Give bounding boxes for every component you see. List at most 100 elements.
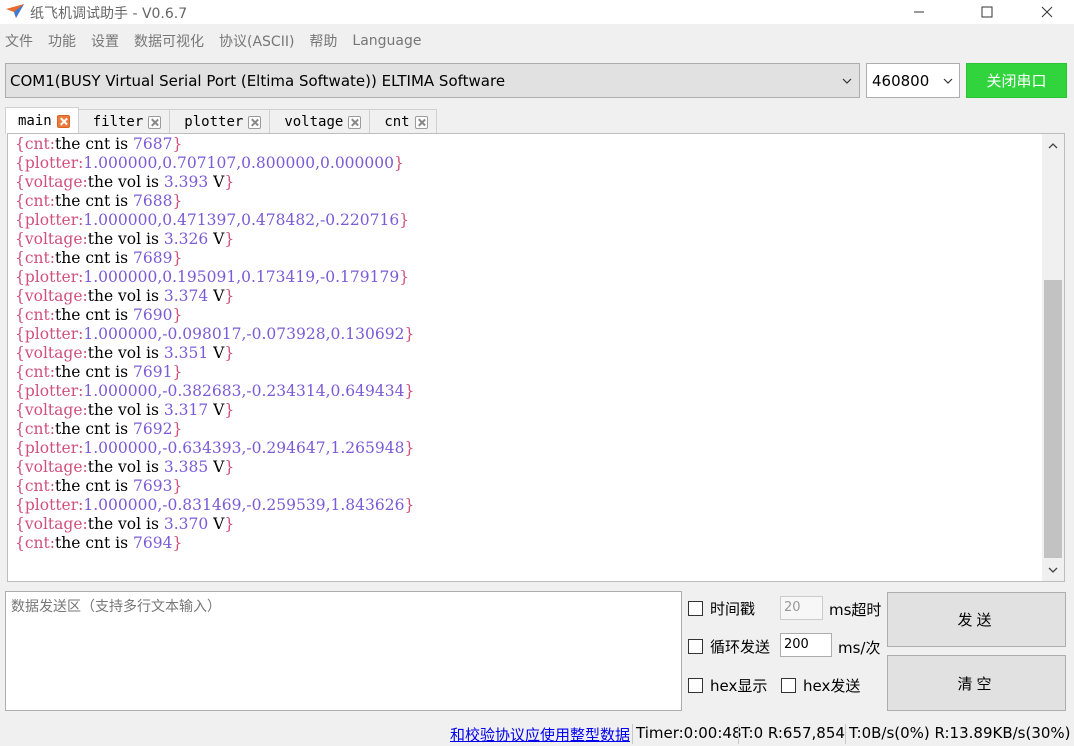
bracket: { (15, 211, 25, 229)
menu-settings[interactable]: 设置 (90, 29, 120, 53)
tab-close-icon[interactable] (414, 115, 428, 129)
hex-display-label: hex显示 (710, 677, 768, 695)
tab-main[interactable]: main (5, 107, 79, 134)
vertical-scrollbar[interactable] (1042, 134, 1064, 581)
log-values: 3.317 (163, 401, 209, 419)
bracket: { (15, 325, 25, 343)
timeout-input[interactable]: 20 (780, 596, 823, 620)
close-port-button[interactable]: 关闭串口 (966, 63, 1067, 98)
menu-visualization[interactable]: 数据可视化 (133, 29, 205, 53)
close-window-button[interactable] (1024, 0, 1070, 24)
tab-close-icon[interactable] (56, 114, 70, 128)
port-select[interactable]: COM1(BUSY Virtual Serial Port (Eltima So… (5, 63, 860, 98)
log-values: 7688 (133, 192, 173, 210)
bracket: } (172, 477, 183, 495)
log-key: plotter (24, 268, 79, 286)
send-input[interactable] (6, 592, 681, 710)
log-values: 3.351 (163, 344, 209, 362)
menu-language[interactable]: Language (351, 31, 422, 51)
bracket: { (15, 306, 25, 324)
minimize-button[interactable] (896, 0, 942, 24)
bracket: } (172, 192, 183, 210)
timestamp-option[interactable]: 时间戳 (688, 598, 755, 619)
status-rates: T:0B/s(0%) R:13.89KB/s(30%) (849, 724, 1071, 742)
menu-bar: 文件 功能 设置 数据可视化 协议(ASCII) 帮助 Language (0, 26, 1074, 56)
log-key: plotter (24, 439, 79, 457)
log-key: cnt (24, 477, 50, 495)
menu-file[interactable]: 文件 (4, 29, 34, 53)
log-values: 1.000000,-0.634393,-0.294647,1.265948 (83, 439, 405, 457)
log-line: {voltage:the vol is 3.370 V} (15, 515, 414, 534)
log-text: the vol is (87, 287, 164, 305)
log-values: 7690 (133, 306, 173, 324)
status-timer: Timer:0:00:48 (636, 724, 742, 742)
bracket: } (172, 363, 183, 381)
log-line: {plotter:1.000000,-0.634393,-0.294647,1.… (15, 439, 414, 458)
tab-voltage[interactable]: voltage (269, 109, 371, 134)
maximize-button[interactable] (964, 0, 1010, 24)
hex-display-option[interactable]: hex显示 (688, 675, 767, 696)
receive-area[interactable]: {cnt:the cnt is 7687} {plotter:1.000000,0… (7, 133, 1065, 582)
hex-send-checkbox[interactable] (781, 678, 796, 693)
log-text: the vol is (87, 458, 164, 476)
bracket: { (15, 534, 25, 552)
menu-function[interactable]: 功能 (47, 29, 77, 53)
log-text: the vol is (87, 173, 164, 191)
log-key: cnt (24, 192, 50, 210)
tab-close-icon[interactable] (348, 115, 362, 129)
bracket: { (15, 382, 25, 400)
log-suffix: V (208, 515, 225, 533)
log-text: the vol is (87, 344, 164, 362)
log-suffix: V (208, 401, 225, 419)
menu-protocol[interactable]: 协议(ASCII) (218, 29, 295, 53)
bracket: } (172, 306, 183, 324)
bracket: { (15, 401, 25, 419)
scrollbar-thumb[interactable] (1044, 280, 1062, 558)
interval-unit: ms/次 (838, 639, 881, 657)
log-values: 3.370 (163, 515, 209, 533)
hex-display-checkbox[interactable] (688, 678, 703, 693)
log-key: cnt (24, 534, 50, 552)
tab-bar: main filter plotter voltage cnt (5, 107, 437, 134)
bracket: { (15, 135, 25, 153)
tab-plotter[interactable]: plotter (169, 109, 271, 134)
menu-help[interactable]: 帮助 (308, 29, 338, 53)
tab-close-icon[interactable] (148, 115, 162, 129)
log-key: plotter (24, 211, 79, 229)
bracket: { (15, 420, 25, 438)
log-values: 1.000000,0.471397,0.478482,-0.220716 (83, 211, 400, 229)
log-key: plotter (24, 325, 79, 343)
tab-close-icon[interactable] (248, 115, 262, 129)
protocol-hint-link[interactable]: 和校验协议应使用整型数据 (450, 724, 630, 745)
bracket: { (15, 268, 25, 286)
tab-filter[interactable]: filter (77, 109, 171, 134)
log-line: {cnt:the cnt is 7693} (15, 477, 414, 496)
log-line: {cnt:the cnt is 7690} (15, 306, 414, 325)
hex-send-option[interactable]: hex发送 (781, 675, 860, 696)
baud-rate-select[interactable]: 460800 (866, 63, 960, 98)
bracket: { (15, 515, 25, 533)
log-key: voltage (24, 230, 83, 248)
status-counts: T:0 R:657,854 (741, 724, 845, 742)
loop-send-checkbox[interactable] (688, 639, 703, 654)
status-bar: 和校验协议应使用整型数据 Timer:0:00:48 T:0 R:657,854… (0, 722, 1074, 746)
loop-send-option[interactable]: 循环发送 (688, 636, 770, 657)
send-button[interactable]: 发送 (887, 592, 1066, 647)
chevron-up-icon[interactable] (1047, 140, 1059, 152)
log-line: {plotter:1.000000,-0.831469,-0.259539,1.… (15, 496, 414, 515)
interval-input[interactable]: 200 (780, 633, 832, 657)
send-area[interactable] (5, 591, 682, 711)
log-line: {cnt:the cnt is 7687} (15, 135, 414, 154)
timestamp-checkbox[interactable] (688, 601, 703, 616)
chevron-down-icon[interactable] (1047, 564, 1059, 576)
log-text: the cnt is (55, 249, 133, 267)
tab-label: filter (92, 114, 144, 130)
log-line: {plotter:1.000000,0.195091,0.173419,-0.1… (15, 268, 414, 287)
log-text: the cnt is (55, 363, 133, 381)
clear-button[interactable]: 清空 (887, 655, 1066, 711)
log-key: voltage (24, 458, 83, 476)
bracket: { (15, 287, 25, 305)
tab-cnt[interactable]: cnt (369, 109, 437, 134)
log-key: voltage (24, 515, 83, 533)
log-text: the cnt is (55, 420, 133, 438)
